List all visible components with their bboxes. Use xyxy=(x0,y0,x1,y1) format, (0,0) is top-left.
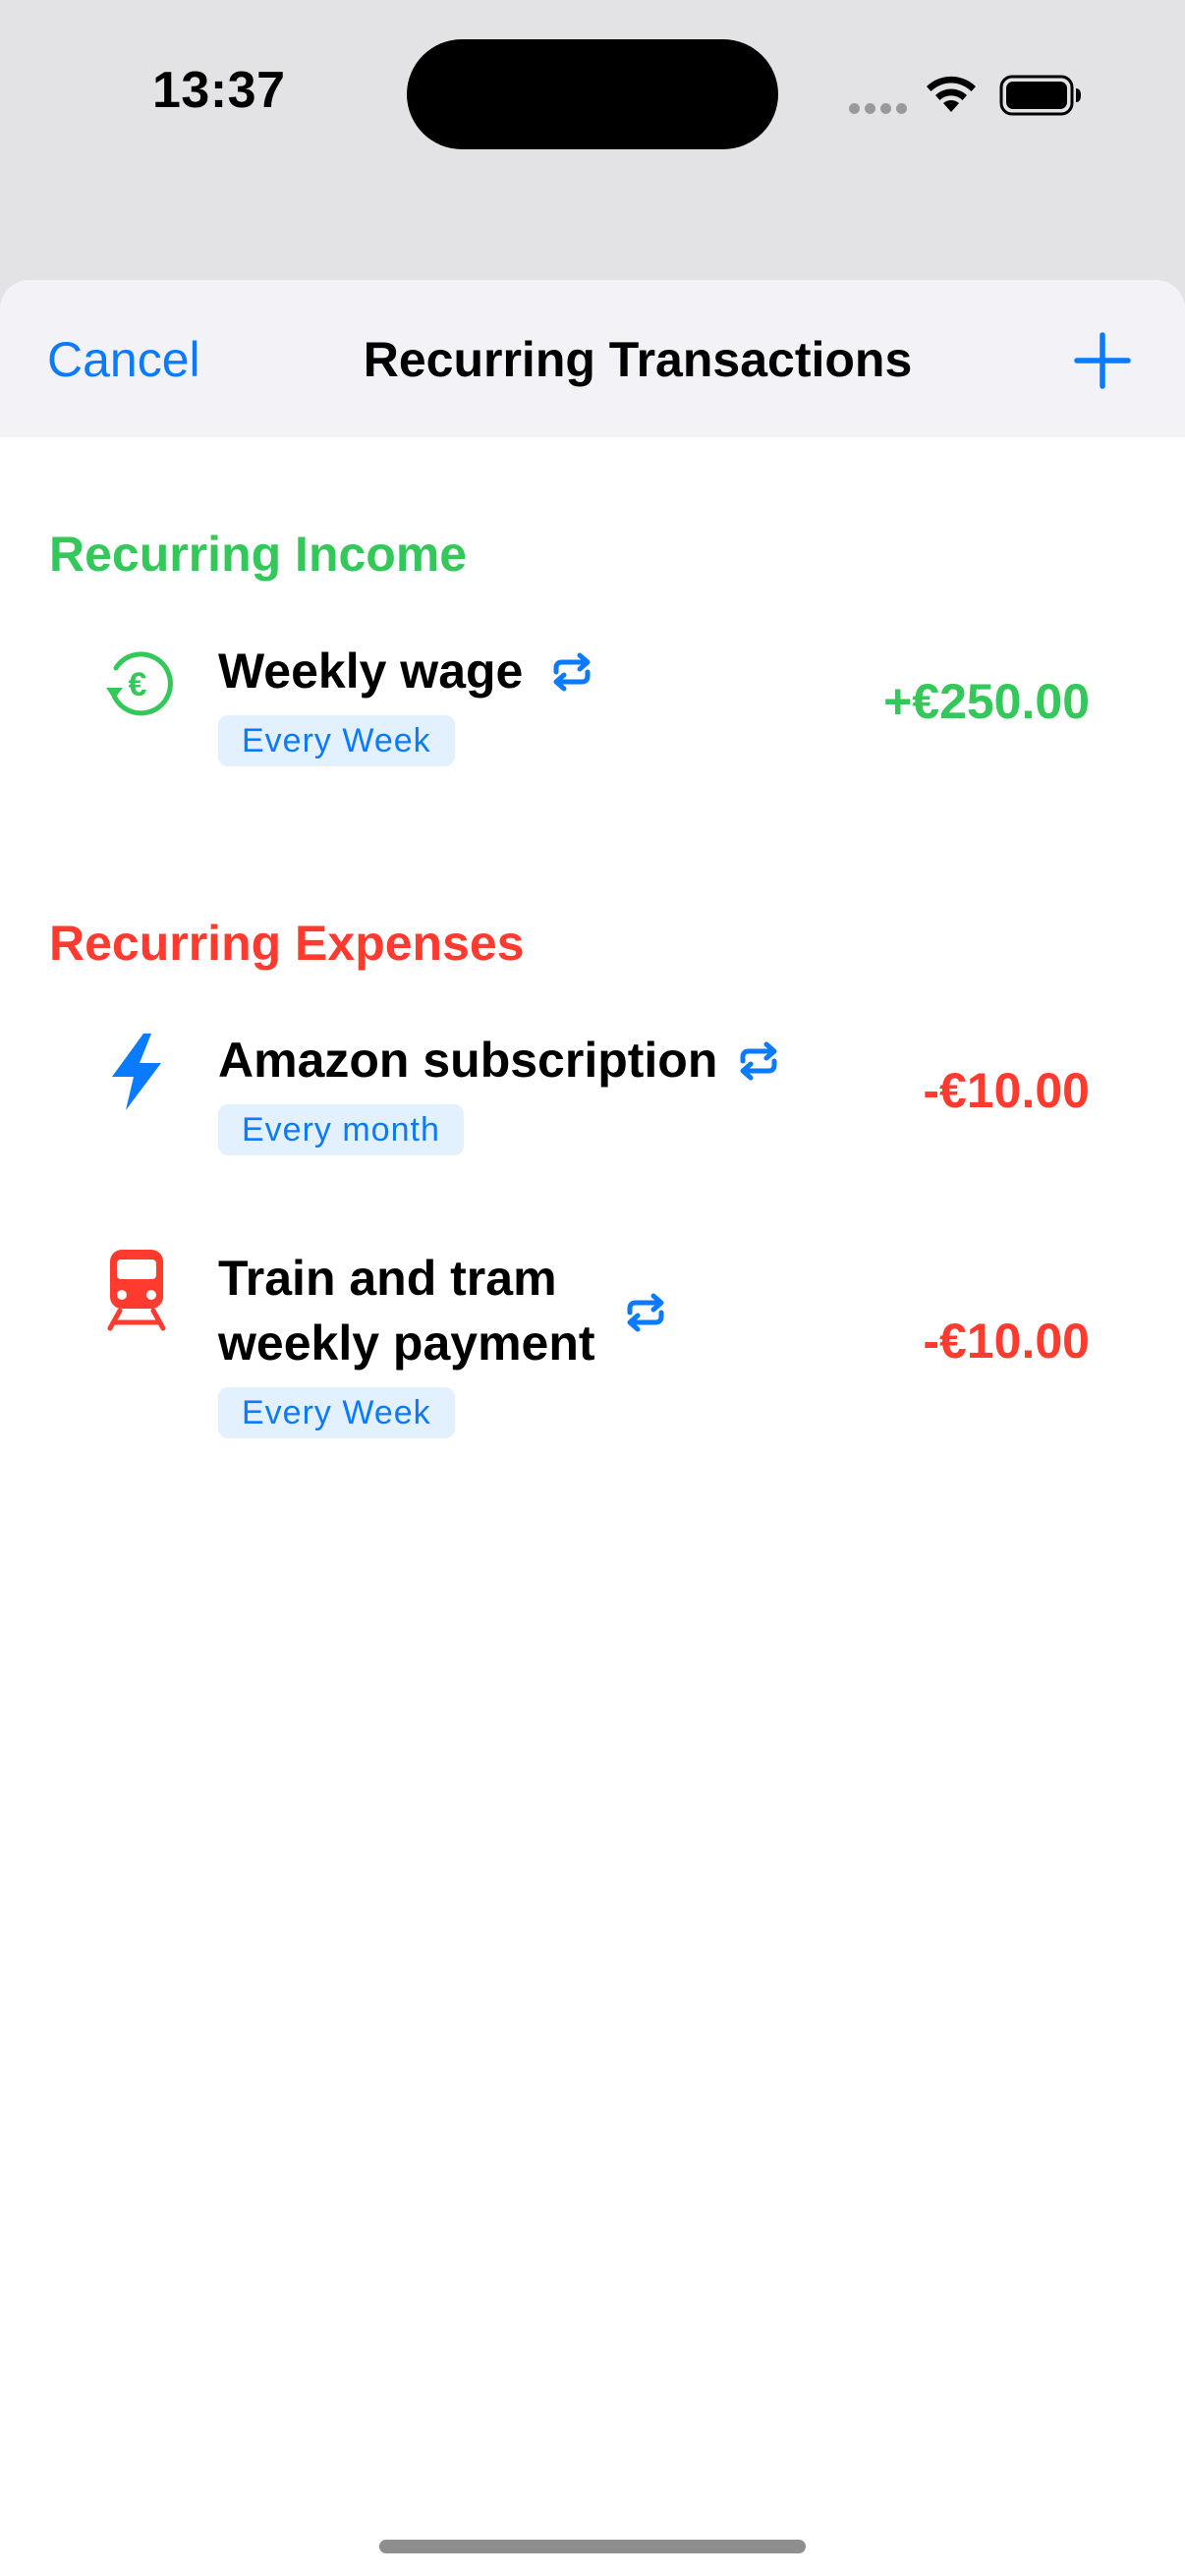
transaction-name: Weekly wage xyxy=(218,644,524,699)
repeat-icon xyxy=(553,652,591,692)
section-title-income: Recurring Income xyxy=(49,527,468,582)
status-time: 13:37 xyxy=(152,62,286,119)
transaction-amount: -€10.00 xyxy=(923,1063,1090,1118)
screen: 13:37 Cancel Recurring Transactions Recu… xyxy=(0,0,1185,2576)
euro-refund-icon: € xyxy=(106,651,173,716)
repeat-icon xyxy=(740,1041,777,1081)
repeat-icon xyxy=(627,1293,664,1332)
transaction-amount: -€10.00 xyxy=(923,1314,1090,1369)
dynamic-island xyxy=(407,39,778,149)
list-item-amazon-subscription[interactable]: Amazon subscription Every month -€10.00 xyxy=(0,1028,1185,1165)
transaction-name: Amazon subscription xyxy=(218,1033,718,1088)
transaction-name-line-2: weekly payment xyxy=(218,1316,595,1371)
transaction-amount: +€250.00 xyxy=(883,674,1090,729)
battery-icon xyxy=(999,75,1081,116)
plus-icon[interactable] xyxy=(1071,329,1134,392)
transaction-name-line-1: Train and tram xyxy=(218,1251,557,1306)
list-item-weekly-wage[interactable]: € Weekly wage Every Week +€250.00 xyxy=(0,639,1185,776)
navigation-bar: Cancel Recurring Transactions xyxy=(0,280,1185,437)
train-icon xyxy=(107,1250,166,1331)
frequency-badge: Every Week xyxy=(218,715,455,766)
signal-dots-icon xyxy=(849,103,908,115)
frequency-badge: Every month xyxy=(218,1104,464,1155)
section-title-expenses: Recurring Expenses xyxy=(49,916,525,971)
svg-text:€: € xyxy=(129,666,147,703)
wifi-icon xyxy=(927,76,976,112)
recurring-transactions-sheet: Cancel Recurring Transactions Recurring … xyxy=(0,280,1185,2576)
page-title: Recurring Transactions xyxy=(363,332,913,387)
frequency-badge: Every Week xyxy=(218,1387,455,1438)
list-item-train-and-tram[interactable]: Train and tram weekly payment Every Week… xyxy=(0,1246,1185,1442)
lightning-bolt-icon xyxy=(112,1034,161,1110)
home-indicator[interactable] xyxy=(379,2540,806,2553)
